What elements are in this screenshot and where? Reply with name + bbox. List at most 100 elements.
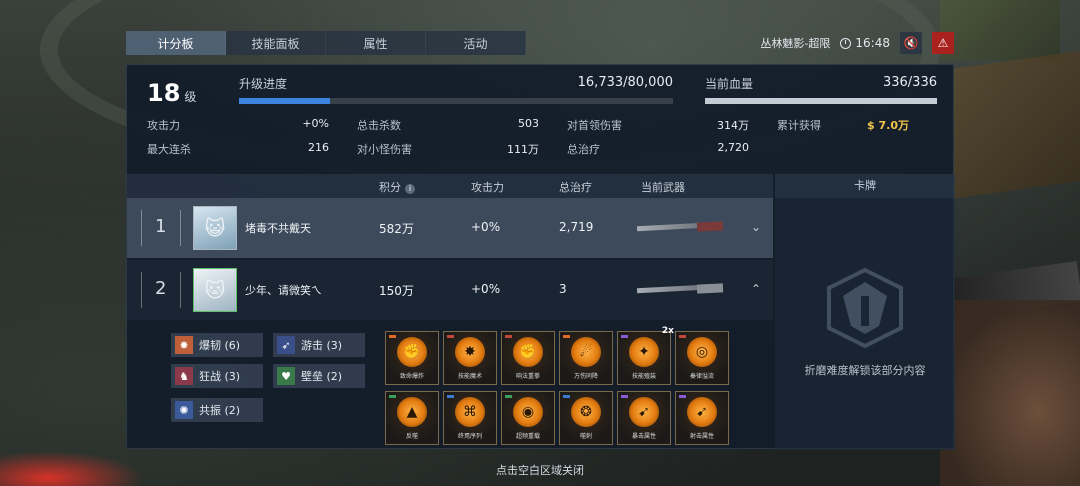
stat-attack: 攻击力 +0%	[147, 117, 329, 132]
player-attack: +0%	[471, 282, 501, 296]
health-bar-fill	[705, 98, 937, 104]
rarity-marker	[389, 395, 396, 398]
clock: 16:48	[840, 36, 890, 50]
health-value: 336/336	[882, 75, 937, 90]
upgrade-value: 16,733/80,000	[577, 75, 673, 90]
skill-card[interactable]: ✊ 响法重拳	[501, 331, 555, 385]
info-icon[interactable]: i	[405, 184, 415, 194]
skill-icon: ✊	[397, 337, 427, 367]
badge-resonance[interactable]: ✺ 共振 (2)	[171, 398, 263, 422]
header-score: 积分 i	[379, 179, 415, 195]
anime-avatar-icon: 😺	[193, 206, 237, 250]
skill-label: 响法重拳	[515, 373, 540, 380]
rank-number: 2	[155, 278, 167, 299]
tab-events[interactable]: 活动	[426, 31, 526, 55]
rarity-marker	[389, 335, 396, 338]
rarity-marker	[679, 335, 686, 338]
rarity-marker	[621, 395, 628, 398]
tab-bar: 计分板 技能面板 属性 活动	[126, 31, 526, 55]
skill-card[interactable]: ◎ 秦律溢流	[675, 331, 729, 385]
skill-label: 暴击属性	[631, 433, 656, 440]
skill-icon: ✦	[629, 337, 659, 367]
skill-card[interactable]: ❂ 噬刺	[559, 391, 613, 445]
stat-boss-damage: 对首领伤害 314万	[567, 119, 749, 132]
rarity-marker	[447, 335, 454, 338]
resonance-icon: ✺	[175, 401, 193, 419]
cards-locked-area: 折磨难度解锁该部分内容	[775, 198, 955, 450]
warning-icon[interactable]: ⚠	[932, 32, 954, 54]
skill-card[interactable]: ◉ 超频重载	[501, 391, 555, 445]
rarity-marker	[505, 335, 512, 338]
background-arm	[940, 300, 1080, 486]
skill-icon: ➹	[687, 397, 717, 427]
mode-label: 丛林魅影-超限	[760, 37, 831, 50]
skill-label: 技能魔术	[457, 373, 482, 380]
badge-guerrilla[interactable]: ➶ 游击 (3)	[273, 333, 365, 357]
close-hint[interactable]: 点击空白区域关闭	[0, 462, 1080, 478]
skill-label: 噬刺	[579, 433, 592, 440]
skill-card[interactable]: ➹ 暴击属性	[617, 391, 671, 445]
background-crate	[940, 0, 1060, 60]
skill-icon: ◎	[687, 337, 717, 367]
skill-label: 射击属性	[689, 433, 714, 440]
rarity-marker	[621, 335, 628, 338]
scoreboard-panel: 18 级 升级进度 16,733/80,000 当前血量 336/336 攻击力…	[126, 64, 955, 450]
skill-icon: ➹	[629, 397, 659, 427]
table-row[interactable]: 2 🐱 少年、请微笑ㄟ 150万 +0% 3 ⌃	[127, 260, 773, 320]
top-status: 丛林魅影-超限 16:48 🔇 ⚠	[760, 31, 954, 55]
player-name: 少年、请微笑ㄟ	[245, 284, 322, 297]
player-score: 150万	[379, 284, 414, 298]
sniper-rifle-icon	[636, 282, 727, 294]
skill-card[interactable]: ✊ 致命爆炸	[385, 331, 439, 385]
skill-card[interactable]: ⌘ 终焉序列	[443, 391, 497, 445]
badge-burst[interactable]: ✸ 爆韧 (6)	[171, 333, 263, 357]
player-level: 18 级	[147, 79, 196, 107]
skill-card[interactable]: ✦ 技能殖装 2x	[617, 326, 674, 385]
badge-barrier[interactable]: ♥ 壁垒 (2)	[273, 364, 365, 388]
header-attack: 攻击力	[471, 181, 504, 194]
skill-card[interactable]: ➹ 射击属性	[675, 391, 729, 445]
stat-total-gain: 累计获得 $ 7.0万	[777, 119, 909, 132]
skill-label: 超频重载	[515, 433, 540, 440]
skill-icon: ⌘	[455, 397, 485, 427]
background-crate	[950, 50, 1080, 200]
badge-berserk[interactable]: ♞ 狂战 (3)	[171, 364, 263, 388]
skill-card[interactable]: ☄ 万伤同降	[559, 331, 613, 385]
player-name: 堵毒不共戴天	[245, 222, 311, 235]
skill-label: 致命爆炸	[399, 373, 424, 380]
skill-card[interactable]: ✸ 技能魔术	[443, 331, 497, 385]
health-bar	[705, 98, 937, 104]
tab-attributes[interactable]: 属性	[326, 31, 426, 55]
table-row[interactable]: 1 😺 堵毒不共戴天 582万 +0% 2,719 ⌄	[127, 198, 773, 258]
chevron-up-icon[interactable]: ⌃	[751, 282, 761, 296]
upgrade-label: 升级进度	[239, 77, 288, 91]
skill-multiplier: 2x	[661, 326, 674, 336]
rarity-marker	[447, 395, 454, 398]
stat-max-combo: 最大连杀 216	[147, 141, 329, 156]
skill-label: 终焉序列	[457, 433, 482, 440]
skill-icon: ❂	[571, 397, 601, 427]
player-attack: +0%	[471, 220, 501, 234]
skill-card[interactable]: ▲ 反噬	[385, 391, 439, 445]
header-heal: 总治疗	[559, 181, 592, 194]
berserk-icon: ♞	[175, 367, 193, 385]
skill-grid: ✊ 致命爆炸 ✸ 技能魔术 ✊ 响法重拳 ☄ 万伤同降 ✦ 技能殖装 2x ◎ 秦律溢流 ▲ 反噬 ⌘ 终焉序列…	[385, 326, 729, 445]
cat-avatar-icon: 🐱	[193, 268, 237, 312]
skill-icon: ✸	[455, 337, 485, 367]
player-score: 582万	[379, 222, 414, 236]
barrier-icon: ♥	[277, 367, 295, 385]
skill-label: 反噬	[405, 433, 418, 440]
rank-number: 1	[155, 216, 167, 237]
tab-skill-panel[interactable]: 技能面板	[226, 31, 326, 55]
rarity-marker	[505, 395, 512, 398]
player-heal: 2,719	[559, 220, 594, 234]
level-number: 18	[147, 79, 181, 107]
stats-grid: 攻击力 +0% 总击杀数 503 对首领伤害 314万 累计获得 $ 7.0万 最大连杀…	[147, 117, 937, 157]
chevron-down-icon[interactable]: ⌄	[751, 220, 761, 234]
skill-label: 技能殖装	[631, 373, 656, 380]
rifle-icon	[636, 220, 727, 232]
clock-icon	[840, 37, 852, 49]
cards-header: 卡牌	[775, 174, 955, 198]
tab-scoreboard[interactable]: 计分板	[126, 31, 226, 55]
speaker-muted-icon[interactable]: 🔇	[900, 32, 922, 54]
